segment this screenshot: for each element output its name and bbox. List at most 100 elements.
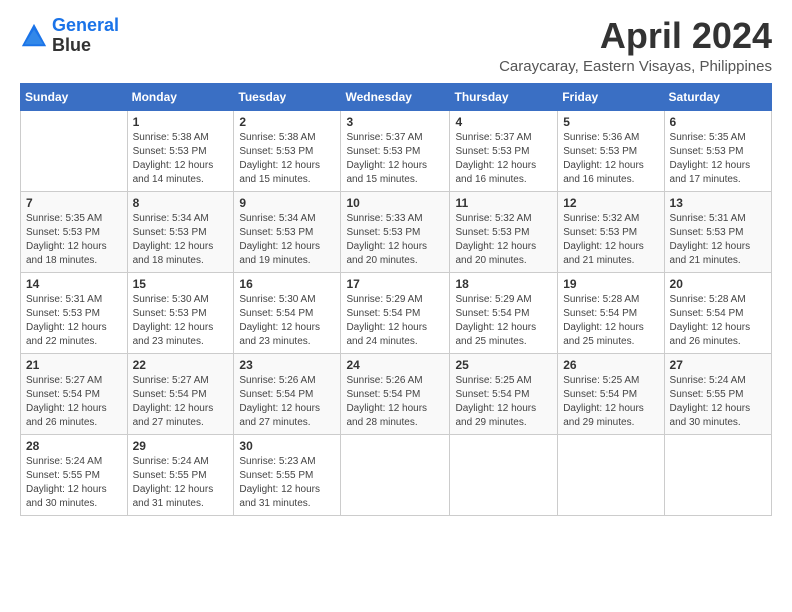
day-info: Sunrise: 5:35 AMSunset: 5:53 PMDaylight:… [26, 212, 122, 268]
day-number: 5 [563, 115, 658, 129]
calendar-cell: 10 Sunrise: 5:33 AMSunset: 5:53 PMDaylig… [341, 191, 450, 272]
weekday-header-saturday: Saturday [664, 83, 771, 110]
day-number: 7 [26, 196, 122, 210]
calendar-cell: 26 Sunrise: 5:25 AMSunset: 5:54 PMDaylig… [558, 353, 664, 434]
calendar-cell: 7 Sunrise: 5:35 AMSunset: 5:53 PMDayligh… [21, 191, 128, 272]
calendar-cell: 9 Sunrise: 5:34 AMSunset: 5:53 PMDayligh… [234, 191, 341, 272]
calendar-cell [664, 434, 771, 515]
day-info: Sunrise: 5:26 AMSunset: 5:54 PMDaylight:… [239, 374, 335, 430]
calendar-cell: 8 Sunrise: 5:34 AMSunset: 5:53 PMDayligh… [127, 191, 234, 272]
day-info: Sunrise: 5:35 AMSunset: 5:53 PMDaylight:… [670, 131, 766, 187]
day-info: Sunrise: 5:27 AMSunset: 5:54 PMDaylight:… [26, 374, 122, 430]
weekday-header-tuesday: Tuesday [234, 83, 341, 110]
day-info: Sunrise: 5:28 AMSunset: 5:54 PMDaylight:… [670, 293, 766, 349]
day-info: Sunrise: 5:33 AMSunset: 5:53 PMDaylight:… [346, 212, 444, 268]
day-number: 25 [455, 358, 552, 372]
weekday-header-sunday: Sunday [21, 83, 128, 110]
day-info: Sunrise: 5:36 AMSunset: 5:53 PMDaylight:… [563, 131, 658, 187]
day-number: 17 [346, 277, 444, 291]
day-number: 24 [346, 358, 444, 372]
day-number: 26 [563, 358, 658, 372]
calendar-cell: 24 Sunrise: 5:26 AMSunset: 5:54 PMDaylig… [341, 353, 450, 434]
day-number: 13 [670, 196, 766, 210]
day-number: 4 [455, 115, 552, 129]
calendar-cell: 21 Sunrise: 5:27 AMSunset: 5:54 PMDaylig… [21, 353, 128, 434]
calendar-cell: 17 Sunrise: 5:29 AMSunset: 5:54 PMDaylig… [341, 272, 450, 353]
day-number: 2 [239, 115, 335, 129]
calendar-week-1: 1 Sunrise: 5:38 AMSunset: 5:53 PMDayligh… [21, 110, 772, 191]
month-title: April 2024 [499, 16, 772, 56]
calendar-week-4: 21 Sunrise: 5:27 AMSunset: 5:54 PMDaylig… [21, 353, 772, 434]
day-number: 9 [239, 196, 335, 210]
day-info: Sunrise: 5:34 AMSunset: 5:53 PMDaylight:… [239, 212, 335, 268]
day-info: Sunrise: 5:24 AMSunset: 5:55 PMDaylight:… [670, 374, 766, 430]
calendar-cell [450, 434, 558, 515]
calendar-cell: 5 Sunrise: 5:36 AMSunset: 5:53 PMDayligh… [558, 110, 664, 191]
day-number: 30 [239, 439, 335, 453]
calendar-cell: 16 Sunrise: 5:30 AMSunset: 5:54 PMDaylig… [234, 272, 341, 353]
calendar-cell: 23 Sunrise: 5:26 AMSunset: 5:54 PMDaylig… [234, 353, 341, 434]
day-info: Sunrise: 5:30 AMSunset: 5:54 PMDaylight:… [239, 293, 335, 349]
calendar-cell: 11 Sunrise: 5:32 AMSunset: 5:53 PMDaylig… [450, 191, 558, 272]
calendar-cell: 30 Sunrise: 5:23 AMSunset: 5:55 PMDaylig… [234, 434, 341, 515]
day-number: 21 [26, 358, 122, 372]
calendar-cell: 2 Sunrise: 5:38 AMSunset: 5:53 PMDayligh… [234, 110, 341, 191]
weekday-header-monday: Monday [127, 83, 234, 110]
day-info: Sunrise: 5:24 AMSunset: 5:55 PMDaylight:… [133, 455, 229, 511]
calendar-cell: 12 Sunrise: 5:32 AMSunset: 5:53 PMDaylig… [558, 191, 664, 272]
day-info: Sunrise: 5:27 AMSunset: 5:54 PMDaylight:… [133, 374, 229, 430]
calendar-cell: 15 Sunrise: 5:30 AMSunset: 5:53 PMDaylig… [127, 272, 234, 353]
logo: GeneralBlue [20, 16, 119, 56]
day-number: 23 [239, 358, 335, 372]
day-info: Sunrise: 5:23 AMSunset: 5:55 PMDaylight:… [239, 455, 335, 511]
calendar-cell: 20 Sunrise: 5:28 AMSunset: 5:54 PMDaylig… [664, 272, 771, 353]
day-info: Sunrise: 5:32 AMSunset: 5:53 PMDaylight:… [563, 212, 658, 268]
day-number: 15 [133, 277, 229, 291]
calendar-cell: 1 Sunrise: 5:38 AMSunset: 5:53 PMDayligh… [127, 110, 234, 191]
day-number: 28 [26, 439, 122, 453]
logo-icon [20, 22, 48, 50]
day-info: Sunrise: 5:29 AMSunset: 5:54 PMDaylight:… [455, 293, 552, 349]
calendar-cell: 28 Sunrise: 5:24 AMSunset: 5:55 PMDaylig… [21, 434, 128, 515]
day-info: Sunrise: 5:38 AMSunset: 5:53 PMDaylight:… [239, 131, 335, 187]
day-info: Sunrise: 5:28 AMSunset: 5:54 PMDaylight:… [563, 293, 658, 349]
calendar-table: SundayMondayTuesdayWednesdayThursdayFrid… [20, 83, 772, 516]
weekday-header-wednesday: Wednesday [341, 83, 450, 110]
day-number: 10 [346, 196, 444, 210]
location-subtitle: Caraycaray, Eastern Visayas, Philippines [499, 58, 772, 75]
day-number: 14 [26, 277, 122, 291]
calendar-cell [558, 434, 664, 515]
day-info: Sunrise: 5:25 AMSunset: 5:54 PMDaylight:… [455, 374, 552, 430]
day-number: 11 [455, 196, 552, 210]
weekday-header-thursday: Thursday [450, 83, 558, 110]
day-info: Sunrise: 5:37 AMSunset: 5:53 PMDaylight:… [346, 131, 444, 187]
calendar-cell: 14 Sunrise: 5:31 AMSunset: 5:53 PMDaylig… [21, 272, 128, 353]
calendar-cell: 29 Sunrise: 5:24 AMSunset: 5:55 PMDaylig… [127, 434, 234, 515]
day-info: Sunrise: 5:24 AMSunset: 5:55 PMDaylight:… [26, 455, 122, 511]
calendar-week-3: 14 Sunrise: 5:31 AMSunset: 5:53 PMDaylig… [21, 272, 772, 353]
calendar-cell: 6 Sunrise: 5:35 AMSunset: 5:53 PMDayligh… [664, 110, 771, 191]
day-info: Sunrise: 5:32 AMSunset: 5:53 PMDaylight:… [455, 212, 552, 268]
day-number: 18 [455, 277, 552, 291]
day-info: Sunrise: 5:25 AMSunset: 5:54 PMDaylight:… [563, 374, 658, 430]
calendar-cell: 22 Sunrise: 5:27 AMSunset: 5:54 PMDaylig… [127, 353, 234, 434]
day-info: Sunrise: 5:38 AMSunset: 5:53 PMDaylight:… [133, 131, 229, 187]
calendar-cell: 27 Sunrise: 5:24 AMSunset: 5:55 PMDaylig… [664, 353, 771, 434]
day-info: Sunrise: 5:31 AMSunset: 5:53 PMDaylight:… [670, 212, 766, 268]
day-number: 22 [133, 358, 229, 372]
title-block: April 2024 Caraycaray, Eastern Visayas, … [499, 16, 772, 75]
day-number: 19 [563, 277, 658, 291]
day-number: 16 [239, 277, 335, 291]
calendar-cell [21, 110, 128, 191]
calendar-cell: 19 Sunrise: 5:28 AMSunset: 5:54 PMDaylig… [558, 272, 664, 353]
day-number: 3 [346, 115, 444, 129]
calendar-cell: 13 Sunrise: 5:31 AMSunset: 5:53 PMDaylig… [664, 191, 771, 272]
day-info: Sunrise: 5:31 AMSunset: 5:53 PMDaylight:… [26, 293, 122, 349]
calendar-cell: 18 Sunrise: 5:29 AMSunset: 5:54 PMDaylig… [450, 272, 558, 353]
calendar-week-2: 7 Sunrise: 5:35 AMSunset: 5:53 PMDayligh… [21, 191, 772, 272]
day-info: Sunrise: 5:37 AMSunset: 5:53 PMDaylight:… [455, 131, 552, 187]
day-info: Sunrise: 5:26 AMSunset: 5:54 PMDaylight:… [346, 374, 444, 430]
day-number: 20 [670, 277, 766, 291]
day-number: 8 [133, 196, 229, 210]
day-number: 29 [133, 439, 229, 453]
